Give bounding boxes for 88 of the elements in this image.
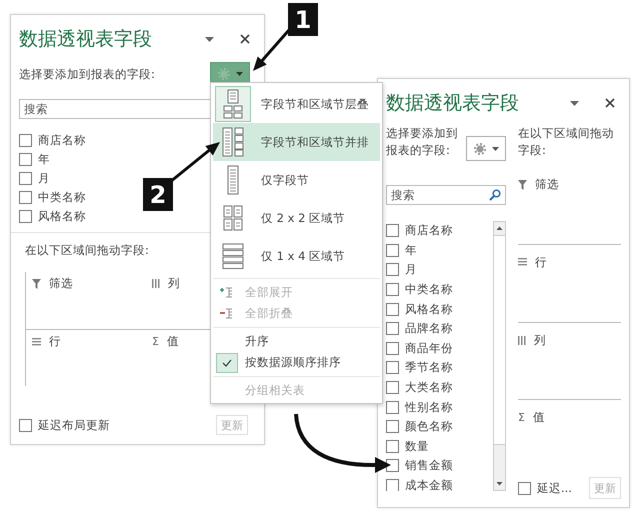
field-label: 年: [405, 242, 417, 258]
search-icon[interactable]: [489, 189, 501, 201]
field-label: 季节名称: [405, 360, 453, 376]
area-label: 值: [532, 410, 545, 426]
field-label: 成本金额: [405, 478, 453, 491]
checkbox[interactable]: [386, 479, 399, 491]
area-label: 筛选: [49, 276, 73, 291]
checkbox[interactable]: [19, 418, 32, 432]
checkbox[interactable]: [19, 191, 32, 204]
pointer-arrow: [253, 29, 290, 71]
rows-icon: [32, 338, 41, 346]
field-label: 品牌名称: [405, 321, 453, 336]
scrollbar[interactable]: [493, 221, 506, 491]
field-label: 风格名称: [38, 209, 86, 224]
filter-icon: [518, 180, 527, 190]
columns-icon: [518, 336, 526, 344]
defer-update-label: 延迟布局更新: [38, 418, 110, 432]
checkbox[interactable]: [518, 482, 531, 494]
filter-icon: [32, 278, 41, 288]
checkbox[interactable]: [386, 440, 399, 453]
menu-item[interactable]: 升序: [213, 331, 380, 352]
caret-icon: [236, 72, 242, 76]
columns-icon: [152, 279, 160, 288]
checkbox[interactable]: [386, 420, 399, 434]
field-label: 颜色名称: [405, 419, 453, 434]
area-label: 筛选: [535, 177, 559, 192]
field-label: 商品年份: [405, 340, 453, 356]
gear-icon: [218, 68, 230, 80]
area-label: 列: [168, 276, 180, 291]
sigma-icon: Σ: [152, 335, 159, 348]
field-label: 月: [38, 171, 50, 186]
field-label: 商店名称: [405, 223, 453, 238]
area-label: 列: [534, 332, 546, 348]
tools-button[interactable]: [466, 136, 506, 161]
caret-icon[interactable]: [205, 36, 214, 42]
rows-icon: [518, 258, 527, 266]
field-label: 风格名称: [405, 302, 453, 317]
checkbox[interactable]: [19, 210, 32, 223]
pane-title: 数据透视表字段: [386, 91, 519, 116]
checkbox[interactable]: [19, 153, 32, 166]
menu-item[interactable]: 仅 1 x 4 区域节: [213, 237, 380, 275]
field-label: 中类名称: [38, 190, 86, 205]
caret-icon[interactable]: [570, 100, 579, 106]
field-label: 月: [405, 262, 417, 278]
checkbox[interactable]: [386, 459, 399, 472]
menu-item[interactable]: 仅字段节: [213, 161, 380, 199]
close-icon[interactable]: [240, 34, 250, 44]
field-prompt: 选择要添加到报表的字段:: [19, 66, 155, 82]
callout-number: 1: [288, 3, 318, 36]
menu-item[interactable]: 按数据源顺序排序: [213, 352, 380, 373]
checkbox[interactable]: [386, 342, 399, 355]
expand-icon: [220, 286, 234, 298]
scroll-thumb[interactable]: [494, 235, 505, 445]
sigma-icon: Σ: [518, 411, 525, 424]
checkbox[interactable]: [386, 302, 399, 316]
checkbox[interactable]: [386, 244, 399, 257]
field-label: 销售金额: [405, 458, 453, 474]
field-label: 年: [38, 152, 50, 167]
checkbox[interactable]: [386, 224, 399, 238]
defer-update-label: 延迟...: [537, 480, 572, 496]
area-label: 行: [49, 334, 61, 349]
close-icon[interactable]: [605, 98, 615, 108]
checkbox[interactable]: [386, 283, 399, 296]
field-label: 数量: [405, 438, 429, 454]
checkbox[interactable]: [19, 134, 32, 147]
collapse-icon: [220, 308, 234, 320]
field-label: 大类名称: [405, 380, 453, 396]
areas-prompt: 在以下区域间拖动字段:: [24, 243, 150, 258]
field-prompt: 选择要添加到报表的字段:: [386, 125, 458, 159]
pane-title: 数据透视表字段: [19, 27, 152, 52]
checkbox[interactable]: [386, 322, 399, 336]
checkbox[interactable]: [19, 172, 32, 185]
areas-prompt: 在以下区域间拖动字段:: [518, 125, 615, 159]
field-label: 商店名称: [38, 133, 86, 148]
field-label: 性别名称: [405, 400, 453, 415]
gear-icon: [474, 142, 486, 154]
checkbox[interactable]: [386, 361, 399, 374]
caret-icon: [492, 146, 498, 150]
field-label: 中类名称: [405, 282, 453, 298]
checkbox[interactable]: [386, 263, 399, 276]
area-label: 行: [535, 254, 547, 270]
search-field[interactable]: 搜索: [386, 185, 506, 205]
callout-number: 2: [143, 178, 173, 211]
checkbox[interactable]: [386, 400, 399, 414]
area-label: 值: [166, 334, 179, 349]
menu-item[interactable]: 字段节和区域节并排: [213, 123, 380, 161]
checkbox[interactable]: [386, 381, 399, 394]
menu-item[interactable]: 仅 2 x 2 区域节: [213, 199, 380, 237]
